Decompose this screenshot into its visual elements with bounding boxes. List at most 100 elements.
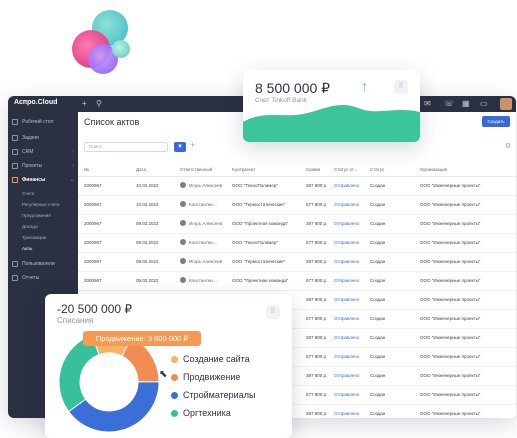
finance-icon bbox=[12, 177, 18, 183]
donut-slice-2[interactable] bbox=[67, 381, 160, 433]
table-cell-num[interactable]: 2000967 bbox=[84, 202, 102, 207]
table-cell-status-sent[interactable]: Отправлено bbox=[334, 411, 359, 416]
create-button[interactable]: Создать bbox=[482, 116, 510, 127]
search-icon[interactable]: ⚲ bbox=[96, 99, 102, 109]
search-input[interactable]: Поиск bbox=[84, 142, 168, 152]
user-avatar[interactable] bbox=[500, 98, 512, 110]
legend-dot bbox=[171, 392, 178, 399]
plus-icon[interactable]: + bbox=[82, 99, 87, 109]
table-cell-status-sent[interactable]: Отправлено bbox=[334, 316, 359, 321]
sidebar-sub-recurring[interactable]: Регулярные счета bbox=[8, 199, 78, 210]
sidebar-sub-transactions[interactable]: Транзакции bbox=[8, 232, 78, 243]
sidebar-item-users[interactable]: Пользователи bbox=[8, 258, 78, 270]
column-header[interactable]: Контрагент bbox=[232, 167, 255, 172]
table-cell-sum: 677 800 р. bbox=[306, 354, 328, 359]
table-cell-date: 09.02.2022 bbox=[136, 278, 159, 283]
table-row[interactable]: 2000967 10.02.2022 Константин ... ООО "Терм… bbox=[78, 196, 516, 215]
mail-icon[interactable]: ✉ bbox=[424, 99, 431, 109]
sidebar-sub-acts[interactable]: Акты bbox=[8, 243, 78, 254]
table-cell-owner: Игорь Алексеев bbox=[189, 221, 223, 226]
column-header[interactable]: Сумма bbox=[306, 167, 320, 172]
users-icon bbox=[12, 261, 18, 267]
desktop-icon bbox=[12, 119, 18, 125]
table-row[interactable]: 2000967 09.02.2022 Игорь Алексеев ООО "Прое… bbox=[78, 215, 516, 234]
sidebar-item-finance[interactable]: Финансы ⌄ bbox=[8, 174, 78, 186]
table-cell-status-sent[interactable]: Отправлено bbox=[334, 373, 359, 378]
table-cell-status: Создан bbox=[370, 278, 386, 283]
add-filter-button[interactable]: + bbox=[190, 140, 195, 150]
table-cell-status: Создан bbox=[370, 354, 386, 359]
expense-donut-chart[interactable] bbox=[45, 294, 292, 438]
sidebar-item-crm[interactable]: CRM › bbox=[8, 146, 78, 158]
column-header[interactable]: Статус bbox=[370, 167, 384, 172]
table-row[interactable]: 2000967 09.02.2022 Константин ... ООО "Техн… bbox=[78, 234, 516, 253]
legend-item-materials: Стройматериалы bbox=[171, 390, 255, 400]
column-header[interactable]: Статус от... bbox=[334, 167, 357, 172]
column-header[interactable]: Дата bbox=[136, 167, 146, 172]
table-cell-status: Создан bbox=[370, 259, 386, 264]
table-cell-status-sent[interactable]: Отправлено bbox=[334, 183, 359, 188]
sidebar-sub-invoices[interactable]: Счета bbox=[8, 188, 78, 199]
sidebar-item-tasks[interactable]: Задачи bbox=[8, 132, 78, 144]
table-row[interactable]: 2000967 10.02.2022 Игорь Алексеев ООО "Техн… bbox=[78, 177, 516, 196]
table-cell-sum: 677 800 р. bbox=[306, 240, 328, 245]
sidebar-item-reports[interactable]: Отчеты bbox=[8, 272, 78, 284]
table-cell-num[interactable]: 2000967 bbox=[84, 259, 102, 264]
table-cell-status-sent[interactable]: Отправлено bbox=[334, 221, 359, 226]
table-cell-sum: 397 800 р. bbox=[306, 411, 328, 416]
table-cell-owner: Игорь Алексеев bbox=[189, 259, 223, 264]
column-header[interactable]: № bbox=[84, 167, 89, 172]
column-header[interactable]: Ответственный bbox=[180, 167, 212, 172]
cursor-icon: ⬉ bbox=[159, 369, 168, 380]
table-cell-partner: ООО "ТехноПолимер" bbox=[232, 240, 278, 245]
legend-dot bbox=[171, 356, 178, 363]
phone-icon[interactable]: ☏ bbox=[444, 99, 454, 109]
tasks-icon bbox=[12, 135, 18, 141]
table-cell-status-sent[interactable]: Отправлено bbox=[334, 335, 359, 340]
table-cell-status-sent[interactable]: Отправлено bbox=[334, 392, 359, 397]
table-cell-num[interactable]: 2000967 bbox=[84, 183, 102, 188]
table-cell-status-sent[interactable]: Отправлено bbox=[334, 297, 359, 302]
table-cell-sum: 397 800 р. bbox=[306, 297, 328, 302]
calendar-icon[interactable]: ▦ bbox=[462, 99, 470, 109]
table-cell-num[interactable]: 2000967 bbox=[84, 221, 102, 226]
avatar bbox=[180, 277, 186, 283]
avatar bbox=[180, 239, 186, 245]
table-cell-num[interactable]: 2000967 bbox=[84, 240, 102, 245]
settings-gear-icon[interactable]: ⚙ bbox=[505, 142, 511, 150]
table-cell-partner: ООО "ТехноПолимер" bbox=[232, 183, 278, 188]
table-cell-date: 09.02.2022 bbox=[136, 221, 159, 226]
table-cell-org: ООО "Инженерные проекты" bbox=[420, 221, 481, 226]
table-cell-org: ООО "Инженерные проекты" bbox=[420, 392, 481, 397]
sidebar-item-projects[interactable]: Проекты › bbox=[8, 160, 78, 172]
table-cell-status-sent[interactable]: Отправлено bbox=[334, 278, 359, 283]
table-cell-org: ООО "Инженерные проекты" bbox=[420, 335, 481, 340]
sidebar-item-desktop[interactable]: Рабочий стол bbox=[8, 116, 78, 128]
table-cell-status-sent[interactable]: Отправлено bbox=[334, 354, 359, 359]
column-header[interactable]: Организация bbox=[420, 167, 447, 172]
table-cell-status-sent[interactable]: Отправлено bbox=[334, 259, 359, 264]
sidebar-item-label: Проекты bbox=[22, 163, 43, 169]
filter-button[interactable]: ▼ bbox=[174, 142, 186, 152]
table-row[interactable]: 2000967 09.02.2022 Игорь Алексеев ООО "Терм… bbox=[78, 253, 516, 272]
table-cell-org: ООО "Инженерные проекты" bbox=[420, 411, 481, 416]
table-cell-owner: Константин ... bbox=[189, 278, 218, 283]
table-cell-status-sent[interactable]: Отправлено bbox=[334, 202, 359, 207]
table-cell-status-sent[interactable]: Отправлено bbox=[334, 240, 359, 245]
table-cell-num[interactable]: 2000967 bbox=[84, 278, 102, 283]
table-cell-sum: 677 800 р. bbox=[306, 202, 328, 207]
table-cell-sum: 397 800 р. bbox=[306, 335, 328, 340]
legend-item-promo: Продвижение bbox=[171, 372, 240, 382]
table-row[interactable]: 2000967 09.02.2022 Константин ... ООО "Прое… bbox=[78, 272, 516, 291]
donut-slice-3[interactable] bbox=[58, 334, 100, 413]
sidebar-sub-offers[interactable]: Предложения bbox=[8, 210, 78, 221]
sidebar-item-label: Отчеты bbox=[22, 275, 40, 281]
legend-item-equipment: Оргтехника bbox=[171, 408, 231, 418]
table-cell-partner: ООО "Термостатические" bbox=[232, 202, 286, 207]
table-cell-sum: 397 800 р. bbox=[306, 221, 328, 226]
sidebar-sub-income[interactable]: Доходы bbox=[8, 221, 78, 232]
table-cell-status: Создан bbox=[370, 183, 386, 188]
chat-icon[interactable]: ▭ bbox=[480, 99, 488, 109]
app-brand[interactable]: Аспро.Cloud bbox=[14, 99, 57, 106]
legend-item-site: Создание сайта bbox=[171, 354, 250, 364]
